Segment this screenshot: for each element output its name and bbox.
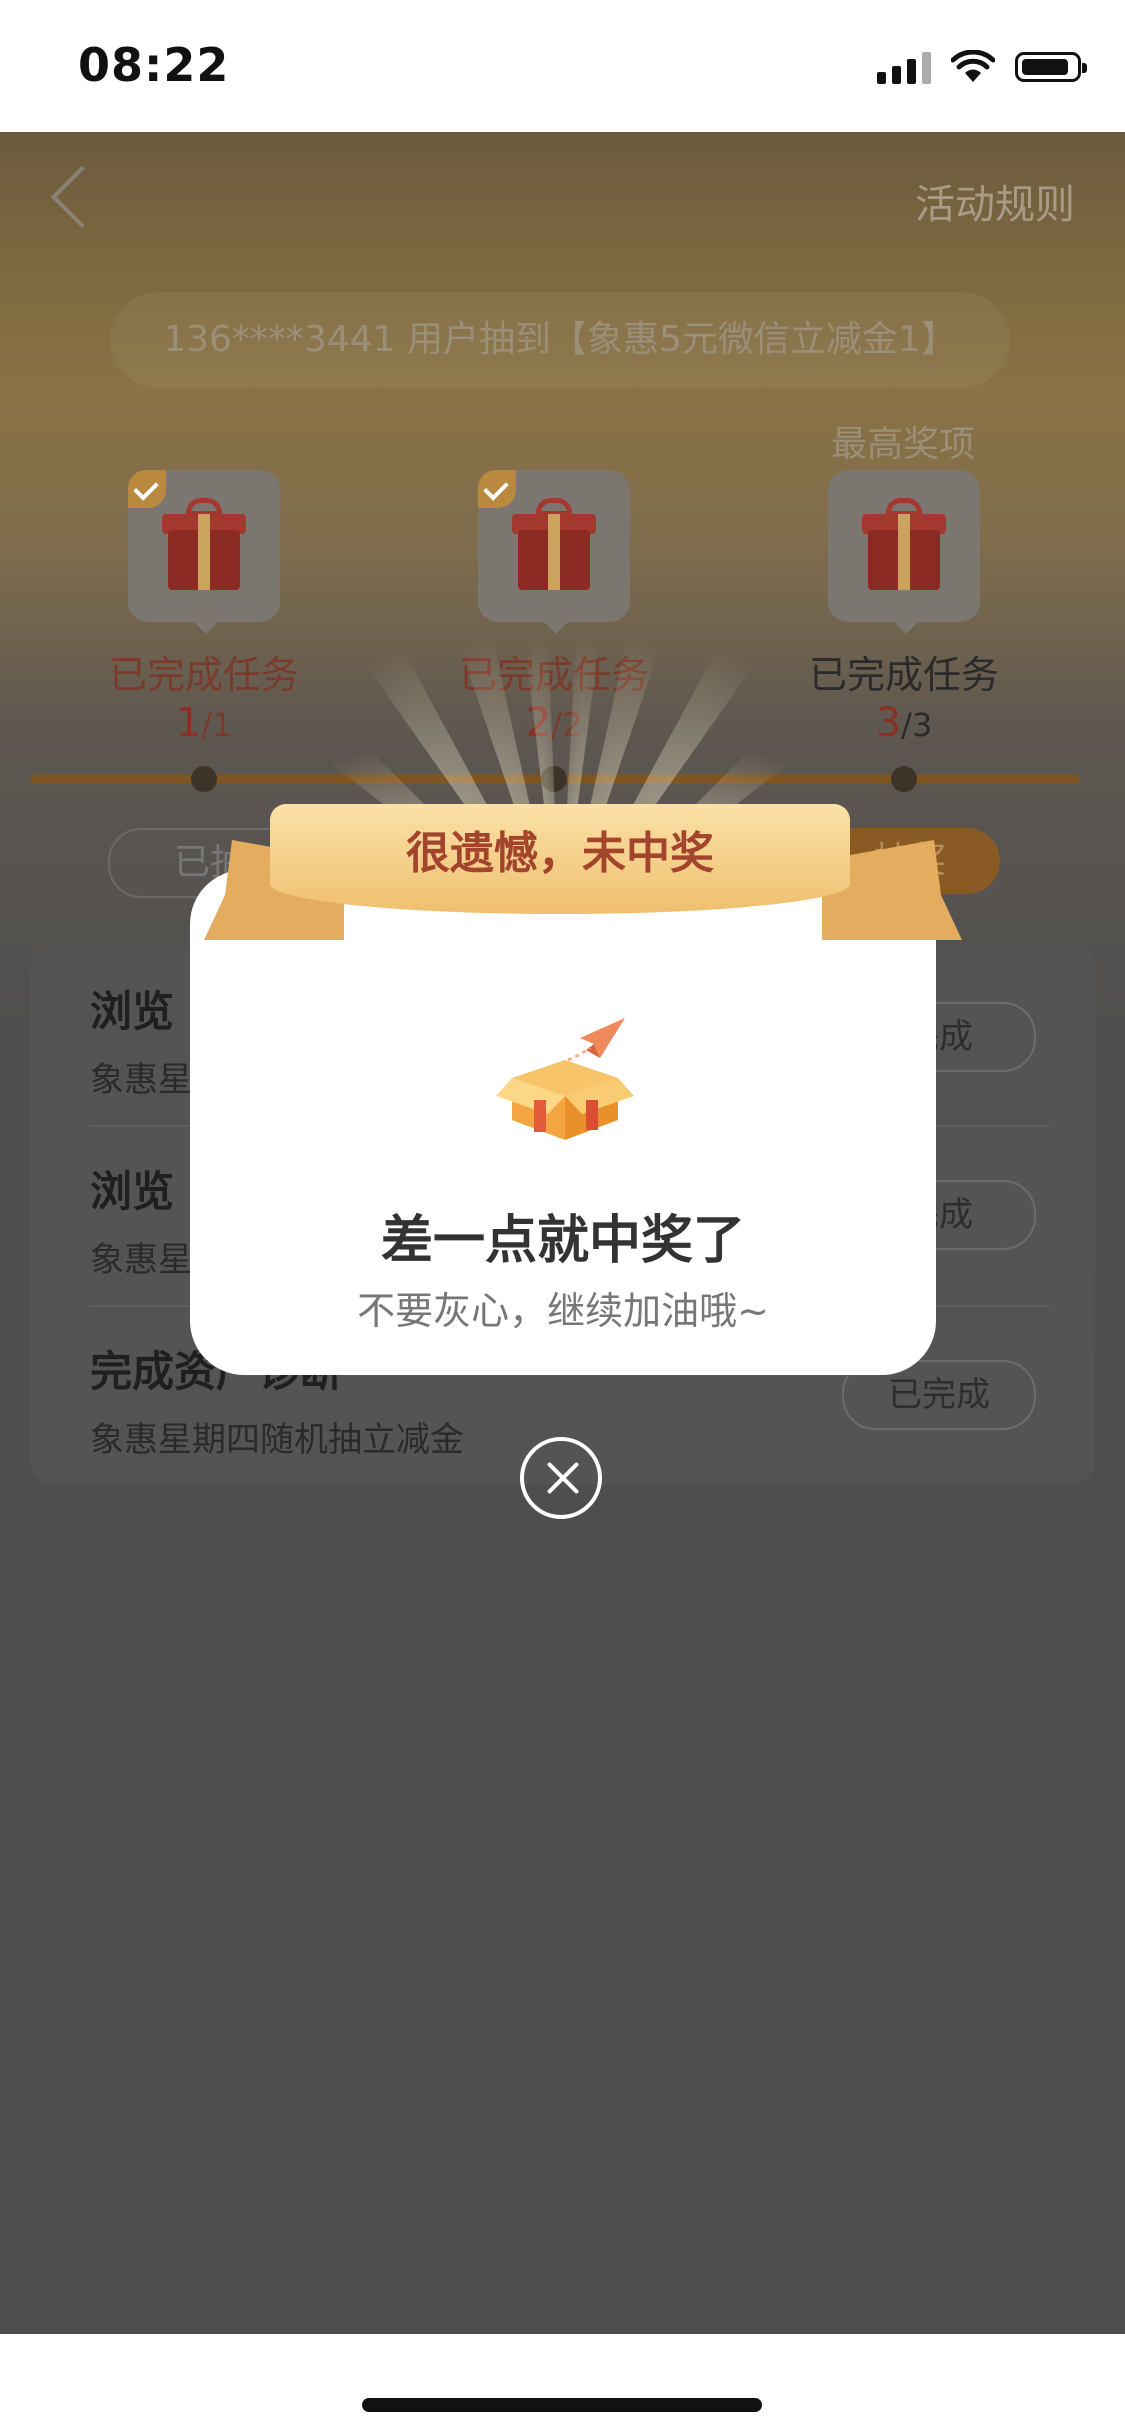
progress-dot xyxy=(891,766,917,792)
task-subtitle-1: 象惠星 xyxy=(90,1060,192,1100)
milestone-gift-3 xyxy=(828,470,980,634)
milestone-label-1: 已完成任务 xyxy=(108,653,299,697)
check-icon xyxy=(478,470,516,508)
task-title-1: 浏览 xyxy=(90,987,175,1036)
signal-icon xyxy=(877,50,931,84)
status-time: 08:22 xyxy=(78,38,230,92)
home-indicator[interactable] xyxy=(362,2398,762,2412)
milestone-gift-1 xyxy=(128,470,280,634)
top-prize-label: 最高奖项 xyxy=(830,424,975,465)
battery-icon xyxy=(1015,52,1087,82)
task-subtitle-2: 象惠星 xyxy=(90,1240,192,1280)
home-indicator-area xyxy=(0,2334,1125,2436)
milestone-count-3: 3/3 xyxy=(875,700,933,746)
empty-box-icon xyxy=(496,1018,634,1140)
rules-link[interactable]: 活动规则 xyxy=(915,172,1075,230)
wifi-icon xyxy=(951,50,995,82)
winner-ticker: 136****3441 用户抽到【象惠5元微信立减金1】 xyxy=(110,292,1010,388)
milestone-count-1: 1/1 xyxy=(175,700,233,746)
check-icon xyxy=(128,470,166,508)
result-ribbon: 很遗憾，未中奖 xyxy=(204,796,962,956)
ribbon-text: 很遗憾，未中奖 xyxy=(406,828,714,879)
task-title-2: 浏览 xyxy=(90,1167,175,1216)
milestone-label-3: 已完成任务 xyxy=(808,653,999,697)
close-dialog-icon[interactable] xyxy=(520,1437,602,1519)
status-icons xyxy=(877,50,1087,84)
dialog-title: 差一点就中奖了 xyxy=(380,1211,745,1271)
dialog-subtitle: 不要灰心，继续加油哦~ xyxy=(357,1289,769,1333)
task-subtitle-3: 象惠星期四随机抽立减金 xyxy=(90,1420,464,1460)
progress-dot xyxy=(191,766,217,792)
status-bar: 08:22 xyxy=(0,0,1125,132)
